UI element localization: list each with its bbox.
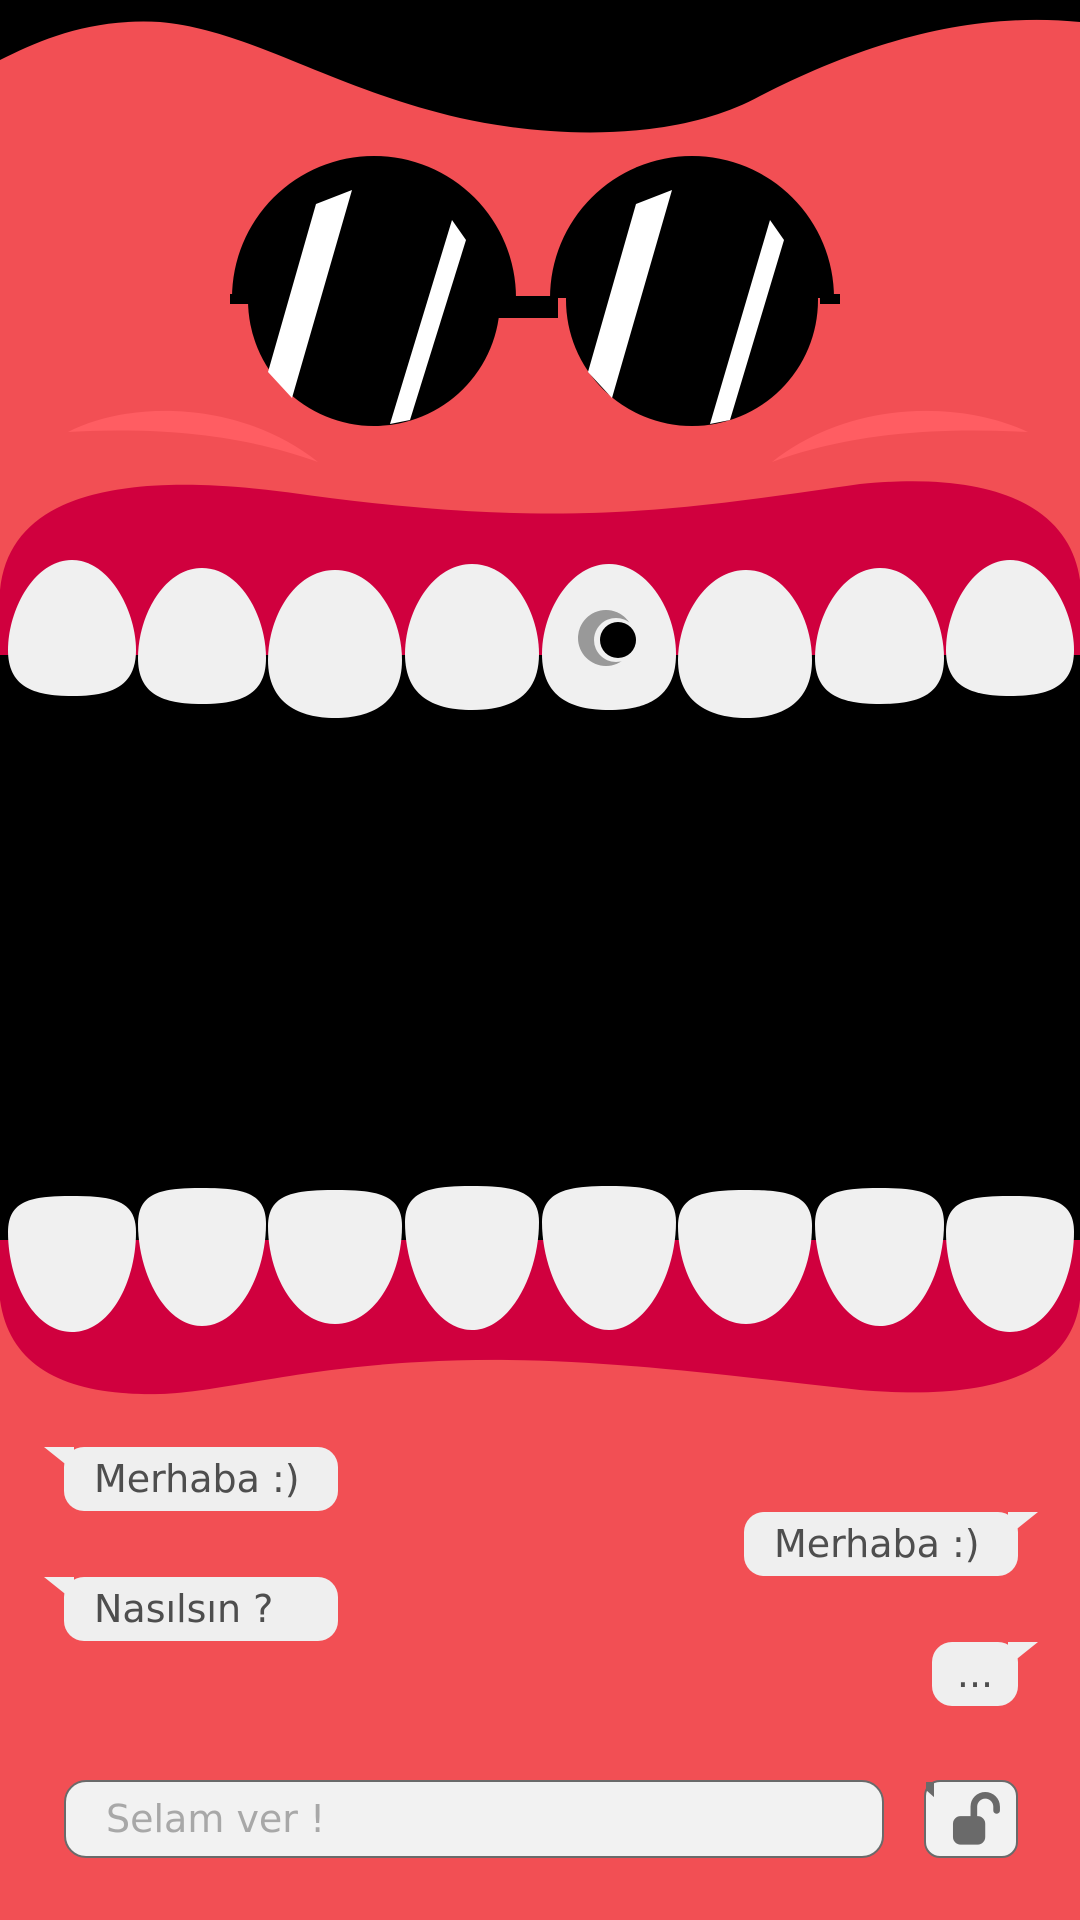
- message-bubble-outgoing: Merhaba :): [744, 1512, 1038, 1576]
- message-text: Merhaba :): [774, 1522, 980, 1566]
- message-bubble-incoming: Nasılsın ?: [44, 1577, 338, 1641]
- message-text: Merhaba :): [94, 1457, 300, 1501]
- unlocked-padlock-icon: [926, 1782, 1000, 1845]
- message-text: ...: [956, 1652, 994, 1696]
- bubble-tail: [44, 1447, 74, 1471]
- message-input[interactable]: [64, 1780, 884, 1858]
- mouth-interior: [0, 655, 1080, 1240]
- message-bubble-incoming: Merhaba :): [44, 1447, 338, 1511]
- bubble-tail: [1008, 1642, 1038, 1666]
- bubble-tail: [1008, 1512, 1038, 1536]
- typing-indicator-bubble: ...: [932, 1642, 1038, 1706]
- send-button[interactable]: [924, 1780, 1018, 1858]
- bubble-tail: [44, 1577, 74, 1601]
- message-text: Nasılsın ?: [94, 1587, 274, 1631]
